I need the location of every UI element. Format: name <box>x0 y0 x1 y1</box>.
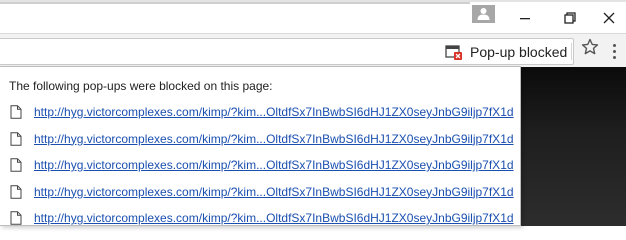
list-item: http://hyg.victorcomplexes.com/kimp/?kim… <box>0 101 521 128</box>
blocked-popup-list: http://hyg.victorcomplexes.com/kimp/?kim… <box>0 101 521 234</box>
profile-button[interactable] <box>472 5 495 23</box>
address-bar[interactable]: Pop-up blocked <box>0 38 574 65</box>
blocked-popup-link[interactable]: http://hyg.victorcomplexes.com/kimp/?kim… <box>34 105 514 119</box>
list-item: http://hyg.victorcomplexes.com/kimp/?kim… <box>0 207 521 234</box>
popup-blocked-chip[interactable]: Pop-up blocked <box>441 39 573 64</box>
title-bar <box>0 0 626 33</box>
minimize-button[interactable] <box>508 6 542 30</box>
divider <box>571 43 572 60</box>
list-item: http://hyg.victorcomplexes.com/kimp/?kim… <box>0 181 521 208</box>
person-icon <box>477 8 490 20</box>
close-window-button[interactable] <box>592 6 626 30</box>
minimize-icon <box>520 18 530 20</box>
list-item: http://hyg.victorcomplexes.com/kimp/?kim… <box>0 128 521 155</box>
document-icon <box>10 105 22 119</box>
popup-blocked-message: The following pop-ups were blocked on th… <box>9 79 273 93</box>
blocked-popup-link[interactable]: http://hyg.victorcomplexes.com/kimp/?kim… <box>34 185 514 199</box>
blocked-popup-link[interactable]: http://hyg.victorcomplexes.com/kimp/?kim… <box>34 132 514 146</box>
blocked-popup-link[interactable]: http://hyg.victorcomplexes.com/kimp/?kim… <box>34 158 514 172</box>
popup-blocked-icon <box>445 44 463 60</box>
browser-toolbar: Pop-up blocked <box>0 33 626 67</box>
list-item: http://hyg.victorcomplexes.com/kimp/?kim… <box>0 154 521 181</box>
document-icon <box>10 184 22 199</box>
blocked-popup-link[interactable]: http://hyg.victorcomplexes.com/kimp/?kim… <box>34 211 514 225</box>
document-icon <box>10 131 22 146</box>
tab-strip <box>0 2 470 4</box>
bookmark-button[interactable] <box>580 37 600 57</box>
close-icon <box>603 12 615 24</box>
star-icon <box>581 38 599 55</box>
page-content-background <box>519 67 626 226</box>
document-icon <box>10 211 22 225</box>
restore-icon <box>564 12 576 24</box>
more-vert-icon[interactable] <box>612 44 618 60</box>
document-icon <box>10 158 22 172</box>
popup-blocked-bubble: The following pop-ups were blocked on th… <box>0 66 521 226</box>
restore-button[interactable] <box>553 6 587 30</box>
popup-blocked-label: Pop-up blocked <box>470 43 568 60</box>
